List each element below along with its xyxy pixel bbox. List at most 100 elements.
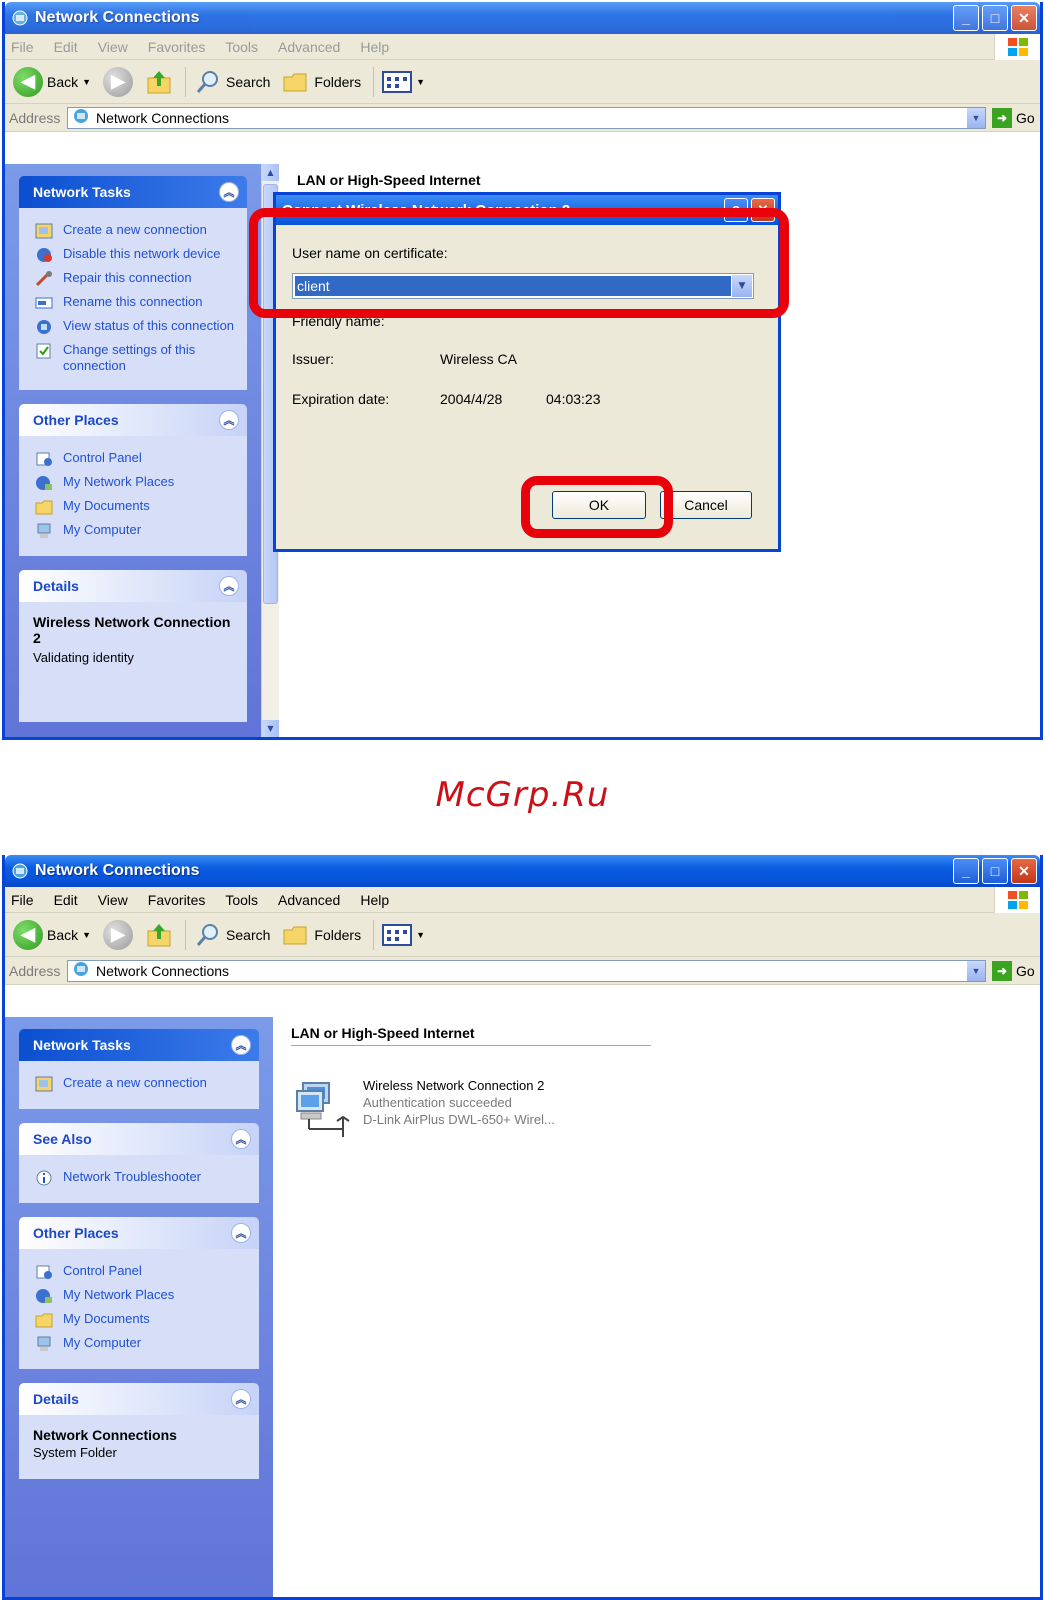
- chevron-down-icon[interactable]: ▼: [416, 77, 425, 87]
- window-titlebar[interactable]: Network Connections _ □ ✕: [5, 2, 1040, 34]
- go-button[interactable]: ➜ Go: [986, 107, 1040, 128]
- task-disable-device[interactable]: Disable this network device: [33, 246, 237, 264]
- minimize-button[interactable]: _: [953, 5, 979, 31]
- chevron-down-icon[interactable]: ▼: [967, 960, 985, 981]
- maximize-button[interactable]: □: [982, 5, 1008, 31]
- menu-tools[interactable]: Tools: [225, 892, 258, 908]
- task-change-settings[interactable]: Change settings of this connection: [33, 342, 237, 374]
- menu-file[interactable]: File: [11, 892, 34, 908]
- connection-name: Wireless Network Connection 2: [363, 1078, 545, 1093]
- close-button[interactable]: ✕: [1011, 858, 1037, 884]
- cancel-button[interactable]: Cancel: [660, 491, 752, 519]
- see-also-header[interactable]: See Also ︽: [19, 1123, 259, 1155]
- task-rename-connection[interactable]: Rename this connection: [33, 294, 237, 312]
- status-icon: [33, 318, 55, 336]
- other-places-header[interactable]: Other Places ︽: [19, 1217, 259, 1249]
- expiration-date: 2004/4/28: [440, 391, 503, 407]
- menu-advanced[interactable]: Advanced: [278, 39, 340, 55]
- link-network-troubleshooter[interactable]: Network Troubleshooter: [33, 1169, 249, 1187]
- new-connection-icon: [33, 1075, 55, 1093]
- place-control-panel[interactable]: Control Panel: [33, 1263, 249, 1281]
- address-label: Address: [9, 109, 61, 126]
- scroll-down-icon[interactable]: ▼: [262, 720, 279, 737]
- collapse-chevron-icon[interactable]: ︽: [231, 1035, 251, 1055]
- wireless-connection-item[interactable]: Wireless Network Connection 2 Authentica…: [295, 1077, 555, 1139]
- back-button[interactable]: ◀ Back ▼: [13, 66, 91, 97]
- forward-arrow-icon: ▶: [103, 66, 134, 97]
- network-tasks-panel: Network Tasks ︽ Create a new connection …: [19, 176, 247, 390]
- chevron-down-icon[interactable]: ▼: [416, 930, 425, 940]
- go-button[interactable]: ➜ Go: [986, 960, 1040, 981]
- back-button[interactable]: ◀ Back ▼: [13, 919, 91, 950]
- up-folder-button[interactable]: [145, 921, 173, 949]
- address-input[interactable]: Network Connections ▼: [67, 106, 986, 129]
- place-my-network-places[interactable]: My Network Places: [33, 1287, 249, 1305]
- collapse-chevron-icon[interactable]: ︽: [219, 410, 239, 430]
- menu-edit[interactable]: Edit: [54, 892, 78, 908]
- scroll-up-icon[interactable]: ▲: [262, 164, 279, 181]
- collapse-chevron-icon[interactable]: ︽: [231, 1223, 251, 1243]
- menu-help[interactable]: Help: [360, 39, 389, 55]
- address-input[interactable]: Network Connections ▼: [67, 959, 986, 982]
- folders-button[interactable]: Folders: [282, 922, 361, 948]
- windows-flag-icon: [994, 887, 1040, 913]
- details-name: Wireless Network Connection 2: [33, 614, 231, 646]
- collapse-chevron-icon[interactable]: ︽: [219, 182, 239, 202]
- info-icon: [33, 1169, 55, 1187]
- task-create-connection[interactable]: Create a new connection: [33, 222, 237, 240]
- menu-tools[interactable]: Tools: [225, 39, 258, 55]
- place-my-network-places[interactable]: My Network Places: [33, 474, 237, 492]
- place-my-documents[interactable]: My Documents: [33, 1311, 249, 1329]
- minimize-button[interactable]: _: [953, 858, 979, 884]
- up-folder-icon: [147, 923, 171, 946]
- menu-advanced[interactable]: Advanced: [278, 892, 340, 908]
- task-create-connection[interactable]: Create a new connection: [33, 1075, 249, 1093]
- forward-button[interactable]: ▶: [103, 919, 134, 950]
- details-header[interactable]: Details ︽: [19, 1383, 259, 1415]
- folders-button[interactable]: Folders: [282, 69, 361, 95]
- collapse-chevron-icon[interactable]: ︽: [231, 1129, 251, 1149]
- views-icon: [382, 923, 413, 946]
- menu-help[interactable]: Help: [360, 892, 389, 908]
- go-arrow-icon: ➜: [992, 107, 1012, 128]
- place-my-documents[interactable]: My Documents: [33, 498, 237, 516]
- other-places-header[interactable]: Other Places ︽: [19, 404, 247, 436]
- place-my-computer[interactable]: My Computer: [33, 1335, 249, 1353]
- menu-favorites[interactable]: Favorites: [148, 39, 206, 55]
- back-arrow-icon: ◀: [13, 66, 43, 97]
- views-button[interactable]: ▼: [382, 923, 425, 947]
- close-button[interactable]: ✕: [1011, 5, 1037, 31]
- forward-button[interactable]: ▶: [103, 66, 134, 97]
- place-control-panel[interactable]: Control Panel: [33, 450, 237, 468]
- views-button[interactable]: ▼: [382, 70, 425, 94]
- computer-icon: [33, 522, 55, 540]
- network-tasks-header[interactable]: Network Tasks ︽: [19, 1029, 259, 1061]
- menu-view[interactable]: View: [98, 39, 128, 55]
- windows-flag-icon: [994, 34, 1040, 60]
- chevron-down-icon[interactable]: ▼: [82, 930, 91, 940]
- collapse-chevron-icon[interactable]: ︽: [219, 576, 239, 596]
- connection-device: D-Link AirPlus DWL-650+ Wirel...: [363, 1112, 555, 1127]
- menu-edit[interactable]: Edit: [54, 39, 78, 55]
- chevron-down-icon[interactable]: ▼: [82, 77, 91, 87]
- search-button[interactable]: Search: [194, 921, 270, 949]
- search-button[interactable]: Search: [194, 68, 270, 96]
- up-folder-button[interactable]: [145, 68, 173, 96]
- network-tasks-header[interactable]: Network Tasks ︽: [19, 176, 247, 208]
- menu-view[interactable]: View: [98, 892, 128, 908]
- task-repair-connection[interactable]: Repair this connection: [33, 270, 237, 288]
- forward-arrow-icon: ▶: [103, 919, 134, 950]
- collapse-chevron-icon[interactable]: ︽: [231, 1389, 251, 1409]
- menu-file[interactable]: File: [11, 39, 34, 55]
- details-header[interactable]: Details ︽: [19, 570, 247, 602]
- control-panel-icon: [33, 450, 55, 468]
- chevron-down-icon[interactable]: ▼: [967, 107, 985, 128]
- window-titlebar[interactable]: Network Connections _ □ ✕: [5, 855, 1040, 887]
- task-view-status[interactable]: View status of this connection: [33, 318, 237, 336]
- menu-favorites[interactable]: Favorites: [148, 892, 206, 908]
- place-my-computer[interactable]: My Computer: [33, 522, 237, 540]
- repair-icon: [33, 270, 55, 288]
- maximize-button[interactable]: □: [982, 858, 1008, 884]
- views-icon: [382, 70, 413, 93]
- address-value: Network Connections: [96, 109, 230, 126]
